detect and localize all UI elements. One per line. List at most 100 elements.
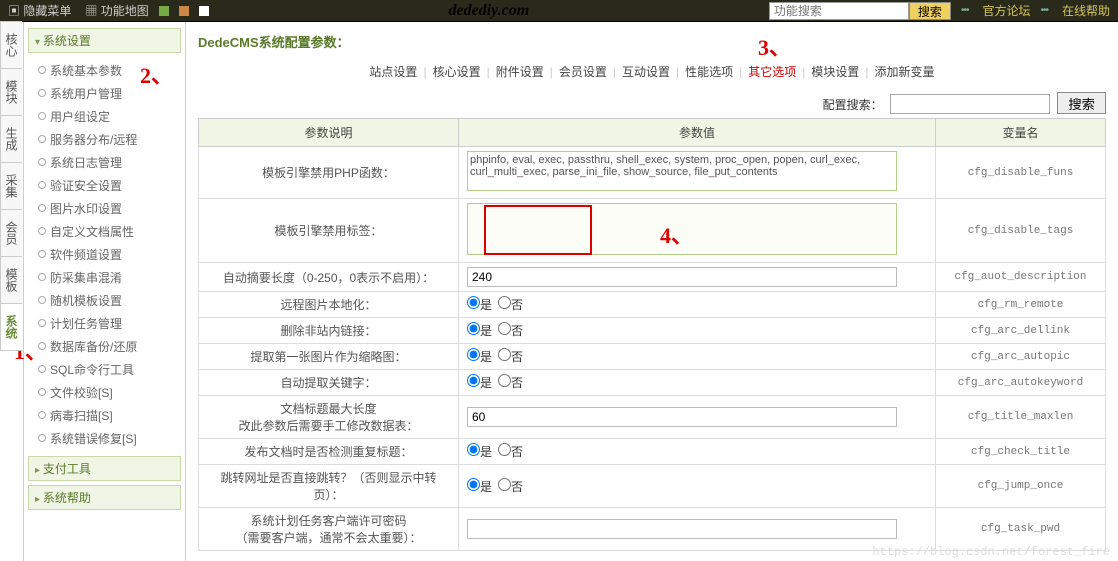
help-link[interactable]: 在线帮助	[1062, 2, 1110, 19]
color-swatch-orange[interactable]	[179, 6, 189, 16]
config-search-label: 配置搜索：	[823, 98, 883, 112]
sidebar: 系统设置系统基本参数系统用户管理用户组设定服务器分布/远程系统日志管理验证安全设…	[24, 22, 186, 561]
sidebar-item[interactable]: 防采集串混淆	[36, 266, 181, 289]
vtab-1[interactable]: 模块	[0, 68, 22, 116]
param-value-cell	[459, 508, 936, 551]
radio-option[interactable]: 否	[498, 480, 523, 494]
forum-link[interactable]: 官方论坛	[982, 2, 1030, 19]
param-var: cfg_auot_description	[936, 263, 1106, 292]
sidebar-item[interactable]: 病毒扫描[S]	[36, 404, 181, 427]
config-search-row: 配置搜索： 搜索	[198, 92, 1106, 114]
param-value-cell: 是否	[459, 370, 936, 396]
radio-option[interactable]: 否	[498, 445, 523, 459]
sidebar-item[interactable]: 文件校验[S]	[36, 381, 181, 404]
radio-option[interactable]: 否	[498, 324, 523, 338]
radio-option[interactable]: 是	[467, 298, 492, 312]
param-var: cfg_arc_autopic	[936, 344, 1106, 370]
radio-option[interactable]: 是	[467, 350, 492, 364]
sidebar-item[interactable]: 自定义文档属性	[36, 220, 181, 243]
param-label: 跳转网址是否直接跳转？（否则显示中转页）：	[199, 465, 459, 508]
radio-option[interactable]: 否	[498, 298, 523, 312]
color-swatch-green[interactable]	[159, 6, 169, 16]
param-value-cell	[459, 263, 936, 292]
config-tab[interactable]: 添加新变量	[869, 65, 941, 79]
table-row: 模板引擎禁用标签：cfg_disable_tags	[199, 199, 1106, 263]
param-value-cell: 是否	[459, 292, 936, 318]
side-group[interactable]: 系统设置	[28, 28, 181, 53]
topbar: ▣ 隐藏菜单 ▦ 功能地图 dedediy.com 搜索 ••• 官方论坛 ••…	[0, 0, 1118, 22]
vertical-tabs: 核心模块生成采集会员模板系统	[0, 22, 24, 561]
side-group[interactable]: 支付工具	[28, 456, 181, 481]
sidebar-item[interactable]: 用户组设定	[36, 105, 181, 128]
table-row: 自动摘要长度（0-250，0表示不启用）：cfg_auot_descriptio…	[199, 263, 1106, 292]
config-tab[interactable]: 性能选项	[679, 65, 739, 79]
radio-option[interactable]: 是	[467, 324, 492, 338]
toggle-menu[interactable]: ▣ 隐藏菜单	[8, 2, 71, 19]
config-tab[interactable]: 模块设置	[805, 65, 865, 79]
config-tab[interactable]: 核心设置	[427, 65, 487, 79]
func-map[interactable]: ▦ 功能地图	[85, 2, 148, 19]
radio-option[interactable]: 否	[498, 350, 523, 364]
param-var: cfg_arc_dellink	[936, 318, 1106, 344]
param-input[interactable]	[467, 519, 897, 539]
param-var: cfg_check_title	[936, 439, 1106, 465]
param-var: cfg_arc_autokeyword	[936, 370, 1106, 396]
vtab-3[interactable]: 采集	[0, 162, 22, 210]
sidebar-item[interactable]: 系统用户管理	[36, 82, 181, 105]
sidebar-item[interactable]: 数据库备份/还原	[36, 335, 181, 358]
th-value: 参数值	[459, 119, 936, 147]
table-row: 自动提取关键字：是否cfg_arc_autokeyword	[199, 370, 1106, 396]
param-label: 提取第一张图片作为缩略图：	[199, 344, 459, 370]
sidebar-item[interactable]: 系统日志管理	[36, 151, 181, 174]
params-table: 参数说明 参数值 变量名 模板引擎禁用PHP函数：cfg_disable_fun…	[198, 118, 1106, 551]
sidebar-item[interactable]: 系统错误修复[S]	[36, 427, 181, 450]
side-group[interactable]: 系统帮助	[28, 485, 181, 510]
sidebar-item[interactable]: SQL命令行工具	[36, 358, 181, 381]
config-tabs: 站点设置|核心设置|附件设置|会员设置|互动设置|性能选项|其它选项|模块设置|…	[198, 63, 1106, 80]
color-swatch-white[interactable]	[199, 6, 209, 16]
watermark: https://blog.csdn.net/forest_fire	[872, 545, 1110, 559]
sidebar-item[interactable]: 图片水印设置	[36, 197, 181, 220]
radio-option[interactable]: 否	[498, 376, 523, 390]
config-tab[interactable]: 站点设置	[363, 65, 423, 79]
sidebar-item[interactable]: 计划任务管理	[36, 312, 181, 335]
config-tab[interactable]: 附件设置	[490, 65, 550, 79]
th-var: 变量名	[936, 119, 1106, 147]
vtab-0[interactable]: 核心	[0, 21, 22, 69]
param-value-cell: 是否	[459, 344, 936, 370]
top-search-button[interactable]: 搜索	[909, 2, 951, 20]
config-search-input[interactable]	[890, 94, 1050, 114]
table-row: 模板引擎禁用PHP函数：cfg_disable_funs	[199, 147, 1106, 199]
param-label: 系统计划任务客户端许可密码（需要客户端，通常不会太重要）：	[199, 508, 459, 551]
top-search-input[interactable]	[769, 2, 909, 20]
table-row: 远程图片本地化：是否cfg_rm_remote	[199, 292, 1106, 318]
param-input[interactable]	[467, 267, 897, 287]
sidebar-item[interactable]: 软件频道设置	[36, 243, 181, 266]
config-tab[interactable]: 其它选项	[742, 65, 802, 79]
config-search-button[interactable]: 搜索	[1057, 92, 1106, 114]
vtab-6[interactable]: 系统	[0, 303, 23, 351]
vtab-2[interactable]: 生成	[0, 115, 22, 163]
param-var: cfg_jump_once	[936, 465, 1106, 508]
config-tab[interactable]: 互动设置	[616, 65, 676, 79]
vtab-5[interactable]: 模板	[0, 256, 22, 304]
param-textarea[interactable]	[467, 203, 897, 255]
param-value-cell	[459, 199, 936, 263]
radio-option[interactable]: 是	[467, 376, 492, 390]
radio-option[interactable]: 是	[467, 480, 492, 494]
param-textarea[interactable]	[467, 151, 897, 191]
dots-icon: •••	[1040, 5, 1048, 16]
sidebar-item[interactable]: 服务器分布/远程	[36, 128, 181, 151]
vtab-4[interactable]: 会员	[0, 209, 22, 257]
param-input[interactable]	[467, 407, 897, 427]
sidebar-item[interactable]: 验证安全设置	[36, 174, 181, 197]
radio-option[interactable]: 是	[467, 445, 492, 459]
param-value-cell	[459, 396, 936, 439]
table-row: 提取第一张图片作为缩略图：是否cfg_arc_autopic	[199, 344, 1106, 370]
main-panel: DedeCMS系统配置参数： 站点设置|核心设置|附件设置|会员设置|互动设置|…	[186, 22, 1118, 561]
table-row: 文档标题最大长度改此参数后需要手工修改数据表：cfg_title_maxlen	[199, 396, 1106, 439]
sidebar-item[interactable]: 随机模板设置	[36, 289, 181, 312]
param-value-cell: 是否	[459, 318, 936, 344]
sidebar-item[interactable]: 系统基本参数	[36, 59, 181, 82]
config-tab[interactable]: 会员设置	[553, 65, 613, 79]
